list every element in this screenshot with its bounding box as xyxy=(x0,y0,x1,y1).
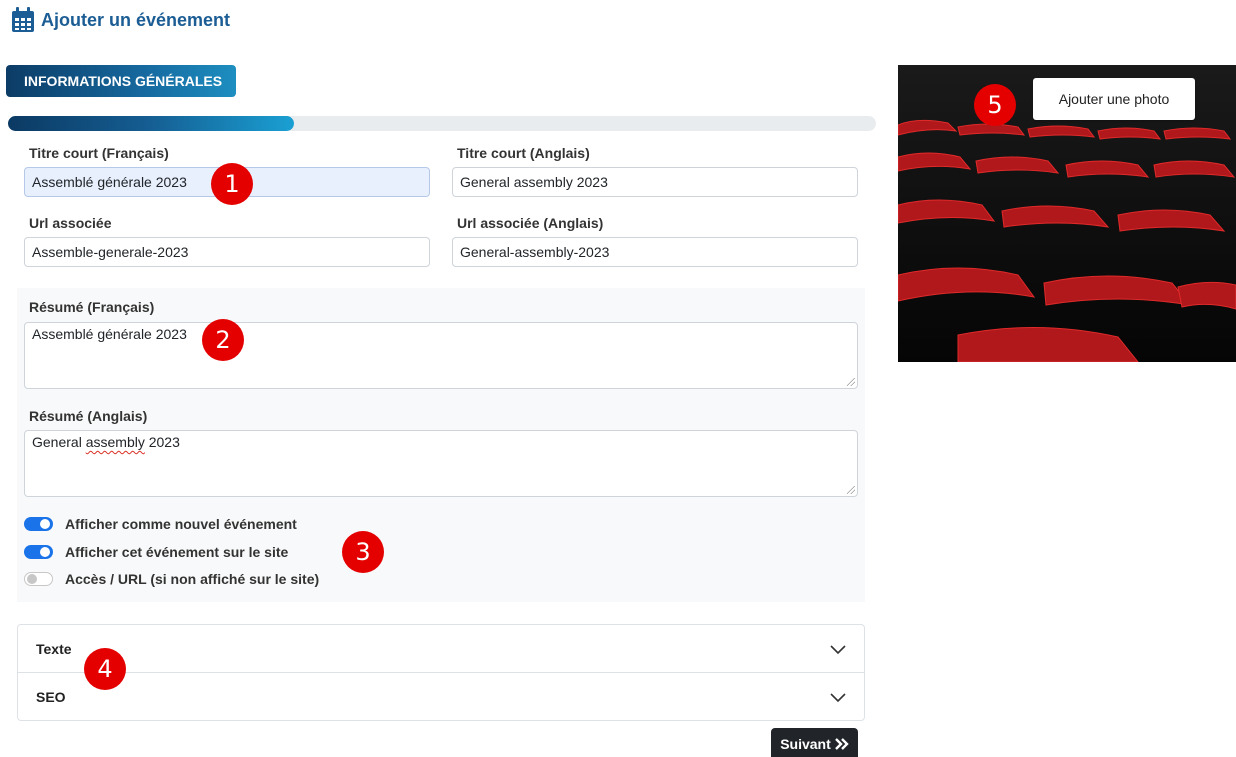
summary-fr-text: Assemblé générale 2023 xyxy=(32,326,187,342)
summary-fr-textarea[interactable]: Assemblé générale 2023 xyxy=(24,322,858,389)
url-fr-input[interactable]: Assemble-generale-2023 xyxy=(24,237,430,267)
summary-en-textarea[interactable]: General assembly 2023 xyxy=(24,430,858,497)
title-en-input[interactable]: General assembly 2023 xyxy=(452,167,858,197)
annotation-marker-3: 3 xyxy=(342,531,384,573)
accordion-item-label: SEO xyxy=(36,689,66,705)
toggle-row-new-event: Afficher comme nouvel événement xyxy=(24,516,297,532)
tab-general-information[interactable]: INFORMATIONS GÉNÉRALES xyxy=(6,65,236,97)
chevron-down-icon xyxy=(830,693,846,703)
next-button-label: Suivant xyxy=(780,736,831,752)
annotation-marker-5: 5 xyxy=(974,84,1016,126)
accordion-item-label: Texte xyxy=(36,640,72,657)
summary-fr-label: Résumé (Français) xyxy=(29,299,155,315)
accordion: Texte SEO xyxy=(17,624,865,721)
resize-grip-icon[interactable] xyxy=(847,378,855,386)
add-photo-button[interactable]: Ajouter une photo xyxy=(1033,78,1195,120)
toggle-new-event[interactable] xyxy=(24,517,53,531)
toggle-show-on-site-label: Afficher cet événement sur le site xyxy=(65,544,289,560)
progress-bar xyxy=(8,116,876,131)
toggle-row-access-url: Accès / URL (si non affiché sur le site) xyxy=(24,571,319,587)
title-en-label: Titre court (Anglais) xyxy=(457,145,590,161)
toggle-access-url-label: Accès / URL (si non affiché sur le site) xyxy=(65,571,320,587)
chevron-down-icon xyxy=(830,645,846,655)
summary-en-text: General assembly 2023 xyxy=(32,434,180,450)
progress-fill xyxy=(8,116,295,131)
url-fr-label: Url associée xyxy=(29,215,112,231)
url-en-input[interactable]: General-assembly-2023 xyxy=(452,237,858,267)
accordion-item-seo[interactable]: SEO xyxy=(18,673,864,721)
page-title: Ajouter un événement xyxy=(41,9,231,30)
annotation-marker-2: 2 xyxy=(202,319,244,361)
accordion-item-texte[interactable]: Texte xyxy=(18,625,864,673)
next-button[interactable]: Suivant xyxy=(771,728,858,757)
annotation-marker-1: 1 xyxy=(211,163,253,205)
calendar-icon xyxy=(12,7,34,32)
double-chevron-right-icon xyxy=(834,738,849,750)
toggle-access-url[interactable] xyxy=(24,572,53,586)
url-en-label: Url associée (Anglais) xyxy=(457,215,604,231)
resize-grip-icon[interactable] xyxy=(847,486,855,494)
summary-en-label: Résumé (Anglais) xyxy=(29,408,148,424)
toggle-show-on-site[interactable] xyxy=(24,545,53,559)
annotation-marker-4: 4 xyxy=(84,648,126,690)
toggle-new-event-label: Afficher comme nouvel événement xyxy=(65,516,297,532)
page-header: Ajouter un événement xyxy=(11,7,230,33)
title-fr-label: Titre court (Français) xyxy=(29,145,169,161)
toggle-row-show-on-site: Afficher cet événement sur le site xyxy=(24,544,288,560)
